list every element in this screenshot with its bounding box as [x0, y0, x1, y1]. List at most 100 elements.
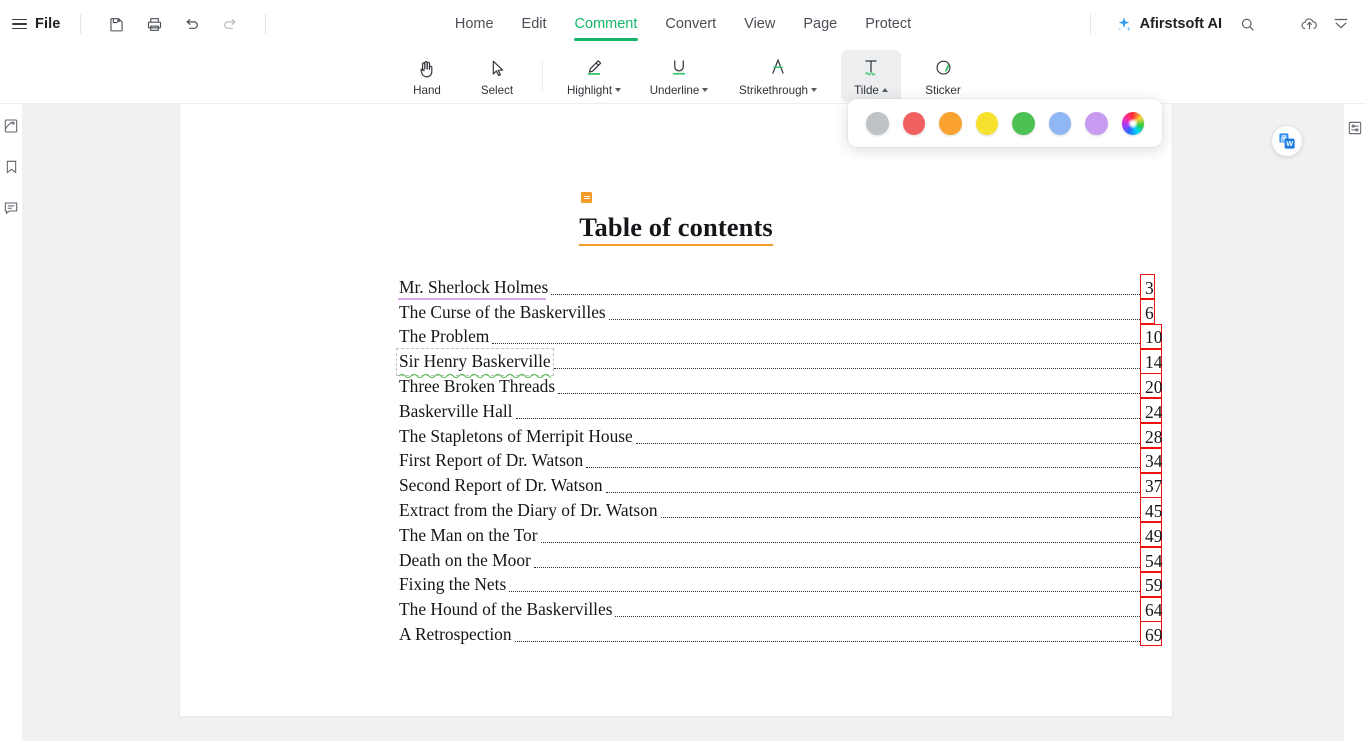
page-thumbnails-icon[interactable]: [1, 116, 21, 136]
tool-select[interactable]: Select: [462, 50, 532, 102]
toc-entry-page[interactable]: 69: [1140, 621, 1172, 647]
bookmark-icon[interactable]: [1, 157, 21, 177]
swatch-orange[interactable]: [939, 111, 962, 135]
document-viewport[interactable]: 彦 W Table of contents Mr. Sherlock Holme…: [22, 104, 1344, 741]
toc-entry-title[interactable]: The Man on the Tor: [399, 525, 538, 547]
toc-entry-title[interactable]: Second Report of Dr. Watson: [399, 475, 603, 497]
swatch-green[interactable]: [1012, 111, 1035, 135]
redo-icon[interactable]: [215, 9, 245, 39]
toc-entry-title[interactable]: Death on the Moor: [399, 550, 531, 572]
sticker-leaf-icon: [931, 55, 956, 81]
toc-entry[interactable]: Baskerville Hall 24: [399, 398, 1172, 424]
toc-entry-title[interactable]: Mr. Sherlock Holmes: [397, 277, 548, 300]
swatch-yellow[interactable]: [975, 111, 998, 135]
chevron-down-icon[interactable]: [810, 88, 817, 92]
toc-entry-page[interactable]: 59: [1140, 571, 1172, 597]
toc-entry-title[interactable]: The Stapletons of Merripit House: [399, 426, 633, 448]
toc-page-number: 24: [1145, 401, 1163, 422]
tab-comment[interactable]: Comment: [561, 10, 652, 41]
tool-tilde[interactable]: Tilde: [841, 49, 901, 102]
toc-entry[interactable]: Fixing the Nets 59: [399, 571, 1172, 597]
toc-entry-page[interactable]: 64: [1140, 596, 1172, 622]
toc-entry[interactable]: The Problem 10: [399, 323, 1172, 349]
tool-strikethrough[interactable]: Strikethrough: [723, 50, 833, 102]
toc-entry-title[interactable]: The Hound of the Baskervilles: [399, 599, 612, 621]
tab-protect[interactable]: Protect: [851, 10, 925, 39]
toc-entry-page[interactable]: 45: [1140, 497, 1172, 523]
toc-entry[interactable]: A Retrospection 69: [399, 621, 1172, 647]
toc-entry-page[interactable]: 24: [1140, 398, 1172, 424]
tool-highlight[interactable]: Highlight: [553, 50, 635, 102]
file-menu-button[interactable]: File: [35, 16, 60, 32]
toc-entry-title[interactable]: A Retrospection: [399, 624, 512, 646]
toc-entry[interactable]: Sir Henry Baskerville 14: [396, 348, 1172, 379]
toc-entry-page[interactable]: 14: [1140, 348, 1172, 374]
swatch-custom-wheel[interactable]: [1121, 111, 1144, 135]
toc-entry[interactable]: The Stapletons of Merripit House 28: [399, 423, 1172, 449]
leader-dots: [492, 343, 1140, 345]
afirstsoft-ai-button[interactable]: Afirstsoft AI: [1107, 11, 1230, 37]
toc-entry[interactable]: The Man on the Tor 49: [399, 522, 1172, 548]
collapse-ribbon-icon[interactable]: [1326, 9, 1356, 39]
tab-page[interactable]: Page: [789, 10, 851, 39]
chevron-down-icon[interactable]: [615, 88, 622, 92]
swatch-blue[interactable]: [1048, 111, 1071, 135]
pdf-page[interactable]: Table of contents Mr. Sherlock Holmes 3 …: [180, 104, 1172, 716]
toc-entry[interactable]: First Report of Dr. Watson 34: [399, 447, 1172, 473]
toc-page-number: 49: [1145, 525, 1163, 546]
divider: [542, 60, 543, 91]
tab-edit[interactable]: Edit: [508, 10, 561, 39]
toc-entry-page[interactable]: 49: [1140, 522, 1172, 548]
toc-entry-page[interactable]: 28: [1140, 423, 1172, 449]
toc-entry-title[interactable]: Fixing the Nets: [399, 574, 506, 596]
toc-entry[interactable]: The Curse of the Baskervilles 6: [399, 299, 1172, 325]
toc-entry-title[interactable]: Baskerville Hall: [399, 401, 513, 423]
tool-underline[interactable]: Underline: [635, 50, 723, 102]
print-icon[interactable]: [139, 9, 169, 39]
cloud-upload-icon[interactable]: [1294, 9, 1324, 39]
swatch-purple[interactable]: [1085, 111, 1108, 135]
tab-home[interactable]: Home: [441, 10, 508, 39]
hamburger-menu-icon[interactable]: [12, 18, 27, 30]
toc-entry-page[interactable]: 6: [1140, 299, 1172, 325]
toc-entry-page[interactable]: 3: [1140, 274, 1172, 300]
swatch-red[interactable]: [902, 111, 925, 135]
tool-hand[interactable]: Hand: [392, 50, 462, 102]
toc-page-number: 20: [1145, 376, 1163, 397]
toc-page-number: 14: [1145, 352, 1163, 373]
toc-list: Mr. Sherlock Holmes 3 The Curse of the B…: [180, 274, 1172, 647]
properties-sliders-icon[interactable]: [1345, 118, 1365, 138]
toc-entry[interactable]: Second Report of Dr. Watson 37: [399, 472, 1172, 498]
toc-entry-title[interactable]: Three Broken Threads: [399, 376, 555, 398]
chevron-up-icon[interactable]: [881, 88, 888, 92]
toc-entry-page[interactable]: 37: [1140, 472, 1172, 498]
toc-entry-title[interactable]: Extract from the Diary of Dr. Watson: [399, 500, 658, 522]
toc-entry[interactable]: Extract from the Diary of Dr. Watson 45: [399, 497, 1172, 523]
chevron-down-icon[interactable]: [702, 88, 709, 92]
undo-icon[interactable]: [177, 9, 207, 39]
left-sidebar: [0, 104, 22, 741]
toc-entry[interactable]: Death on the Moor 54: [399, 547, 1172, 573]
toc-entry-title[interactable]: First Report of Dr. Watson: [399, 450, 583, 472]
leader-dots: [635, 442, 1140, 444]
tab-convert[interactable]: Convert: [651, 10, 730, 39]
toc-entry[interactable]: Three Broken Threads 20: [399, 373, 1172, 399]
comment-panel-icon[interactable]: [1, 198, 21, 218]
swatch-gray[interactable]: [866, 111, 889, 135]
right-sidebar: [1344, 104, 1366, 741]
toc-entry[interactable]: Mr. Sherlock Holmes 3: [397, 274, 1172, 300]
toc-entry-page[interactable]: 54: [1140, 547, 1172, 573]
toc-entry-page[interactable]: 20: [1140, 373, 1172, 399]
toc-entry-page[interactable]: 10: [1140, 323, 1172, 349]
tab-view[interactable]: View: [730, 10, 789, 39]
toc-entry-title[interactable]: The Problem: [399, 326, 489, 348]
tool-sticker[interactable]: Sticker: [907, 50, 979, 102]
convert-to-word-icon[interactable]: 彦 W: [1272, 126, 1302, 156]
toc-entry-page[interactable]: 34: [1140, 447, 1172, 473]
toc-entry[interactable]: The Hound of the Baskervilles 64: [399, 596, 1172, 622]
save-icon[interactable]: [101, 9, 131, 39]
toc-entry-title[interactable]: The Curse of the Baskervilles: [399, 302, 606, 324]
toc-entry-title[interactable]: Sir Henry Baskerville: [396, 348, 554, 379]
search-icon[interactable]: [1232, 9, 1262, 39]
sticky-note-icon[interactable]: [581, 192, 593, 203]
